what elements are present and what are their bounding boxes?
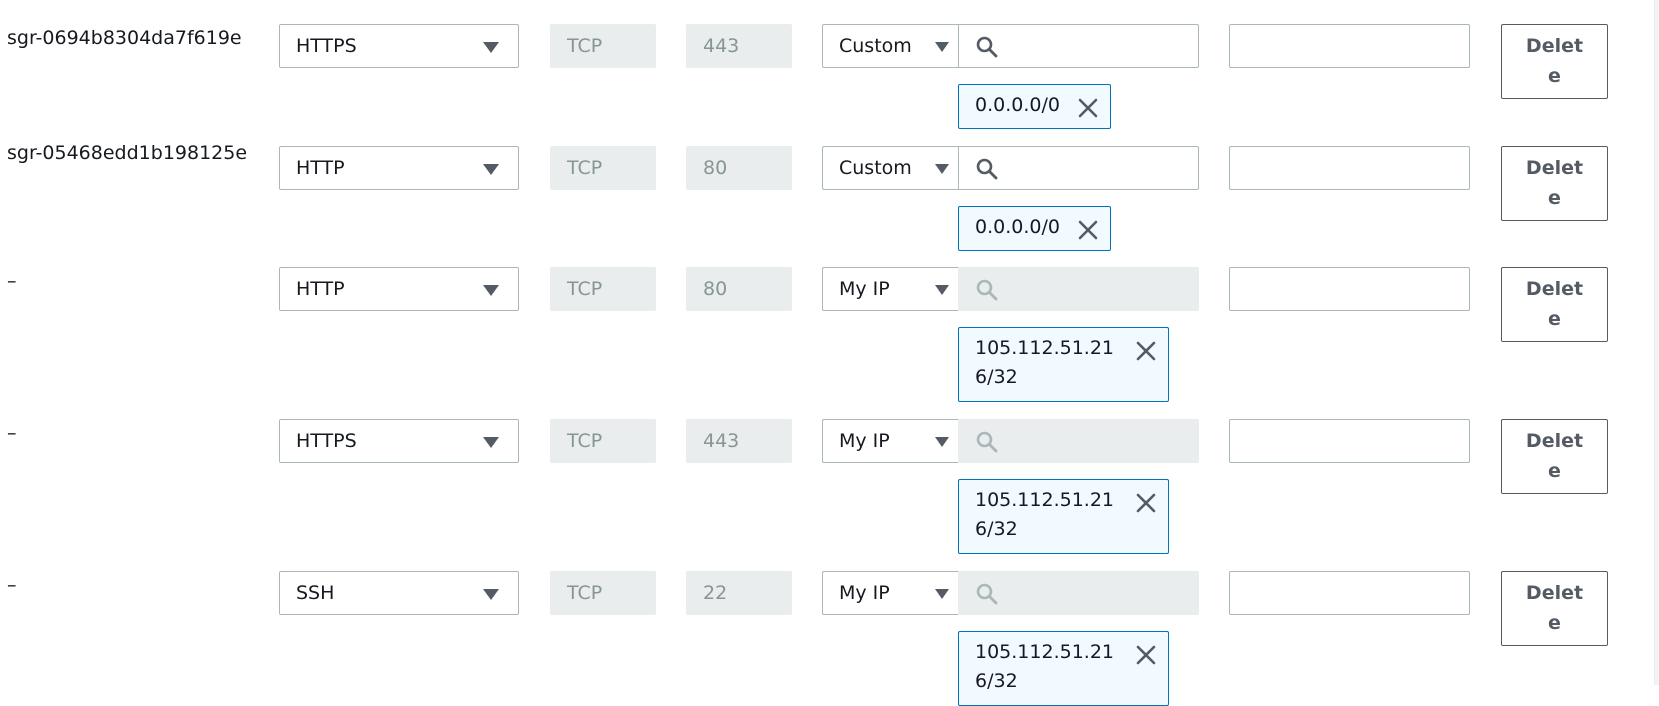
- vertical-scrollbar[interactable]: [1654, 0, 1659, 685]
- source-type-value: My IP: [839, 582, 890, 604]
- description-input[interactable]: [1229, 267, 1470, 311]
- search-icon: [976, 279, 998, 301]
- cidr-token: 0.0.0.0/0: [958, 206, 1111, 251]
- rule-type-value: HTTPS: [296, 35, 357, 57]
- rule-type-value: SSH: [296, 582, 335, 604]
- cidr-token: 105.112.51.216/32: [958, 327, 1169, 402]
- delete-button[interactable]: Delete: [1501, 24, 1608, 99]
- cidr-search-input[interactable]: [958, 24, 1199, 68]
- cidr-token-label: 0.0.0.0/0: [975, 216, 1060, 238]
- close-icon[interactable]: [1077, 97, 1099, 119]
- rule-type-select[interactable]: SSH: [279, 571, 519, 615]
- caret-down-icon: [935, 164, 949, 174]
- description-input[interactable]: [1229, 571, 1470, 615]
- close-icon[interactable]: [1135, 492, 1157, 514]
- cidr-search-input: [958, 571, 1199, 615]
- protocol-field: TCP: [550, 571, 656, 615]
- security-group-rule-id: sgr-05468edd1b198125e: [7, 142, 248, 164]
- caret-down-icon: [935, 285, 949, 295]
- cidr-token-label: 105.112.51.216/32: [975, 489, 1115, 540]
- source-type-select[interactable]: Custom: [822, 24, 958, 68]
- source-type-select[interactable]: My IP: [822, 419, 958, 463]
- caret-down-icon: [935, 589, 949, 599]
- protocol-field: TCP: [550, 24, 656, 68]
- cidr-token-label: 105.112.51.216/32: [975, 337, 1115, 388]
- rule-type-select[interactable]: HTTP: [279, 146, 519, 190]
- source-type-value: Custom: [839, 157, 912, 179]
- port-range-field: 443: [686, 419, 792, 463]
- cidr-token-label: 0.0.0.0/0: [975, 94, 1060, 116]
- security-group-rule-id: –: [7, 574, 17, 596]
- protocol-field: TCP: [550, 267, 656, 311]
- source-type-select[interactable]: My IP: [822, 571, 958, 615]
- caret-down-icon: [935, 42, 949, 52]
- security-group-rule-id: sgr-0694b8304da7f619e: [7, 27, 242, 49]
- caret-down-icon: [483, 589, 499, 600]
- caret-down-icon: [483, 164, 499, 175]
- rule-type-select[interactable]: HTTPS: [279, 24, 519, 68]
- delete-button[interactable]: Delete: [1501, 146, 1608, 221]
- cidr-search-input[interactable]: [958, 146, 1199, 190]
- cidr-search-input: [958, 419, 1199, 463]
- delete-button[interactable]: Delete: [1501, 419, 1608, 494]
- search-icon: [976, 431, 998, 453]
- caret-down-icon: [935, 437, 949, 447]
- close-icon[interactable]: [1135, 340, 1157, 362]
- security-group-rule-id: –: [7, 270, 17, 292]
- rule-type-value: HTTP: [296, 157, 345, 179]
- search-icon: [976, 158, 998, 180]
- search-icon: [976, 36, 998, 58]
- source-type-select[interactable]: My IP: [822, 267, 958, 311]
- rule-type-select[interactable]: HTTPS: [279, 419, 519, 463]
- port-range-field: 443: [686, 24, 792, 68]
- cidr-token: 105.112.51.216/32: [958, 479, 1169, 554]
- source-type-value: My IP: [839, 278, 890, 300]
- protocol-field: TCP: [550, 146, 656, 190]
- delete-button[interactable]: Delete: [1501, 571, 1608, 646]
- protocol-field: TCP: [550, 419, 656, 463]
- source-type-value: Custom: [839, 35, 912, 57]
- cidr-token: 0.0.0.0/0: [958, 84, 1111, 129]
- source-type-select[interactable]: Custom: [822, 146, 958, 190]
- rule-type-value: HTTPS: [296, 430, 357, 452]
- cidr-search-input: [958, 267, 1199, 311]
- caret-down-icon: [483, 42, 499, 53]
- description-input[interactable]: [1229, 24, 1470, 68]
- cidr-token-label: 105.112.51.216/32: [975, 641, 1115, 692]
- description-input[interactable]: [1229, 419, 1470, 463]
- caret-down-icon: [483, 285, 499, 296]
- port-range-field: 22: [686, 571, 792, 615]
- close-icon[interactable]: [1135, 644, 1157, 666]
- caret-down-icon: [483, 437, 499, 448]
- source-type-value: My IP: [839, 430, 890, 452]
- description-input[interactable]: [1229, 146, 1470, 190]
- delete-button[interactable]: Delete: [1501, 267, 1608, 342]
- port-range-field: 80: [686, 146, 792, 190]
- search-icon: [976, 583, 998, 605]
- rule-type-value: HTTP: [296, 278, 345, 300]
- close-icon[interactable]: [1077, 219, 1099, 241]
- rule-type-select[interactable]: HTTP: [279, 267, 519, 311]
- security-group-rule-id: –: [7, 422, 17, 444]
- port-range-field: 80: [686, 267, 792, 311]
- cidr-token: 105.112.51.216/32: [958, 631, 1169, 706]
